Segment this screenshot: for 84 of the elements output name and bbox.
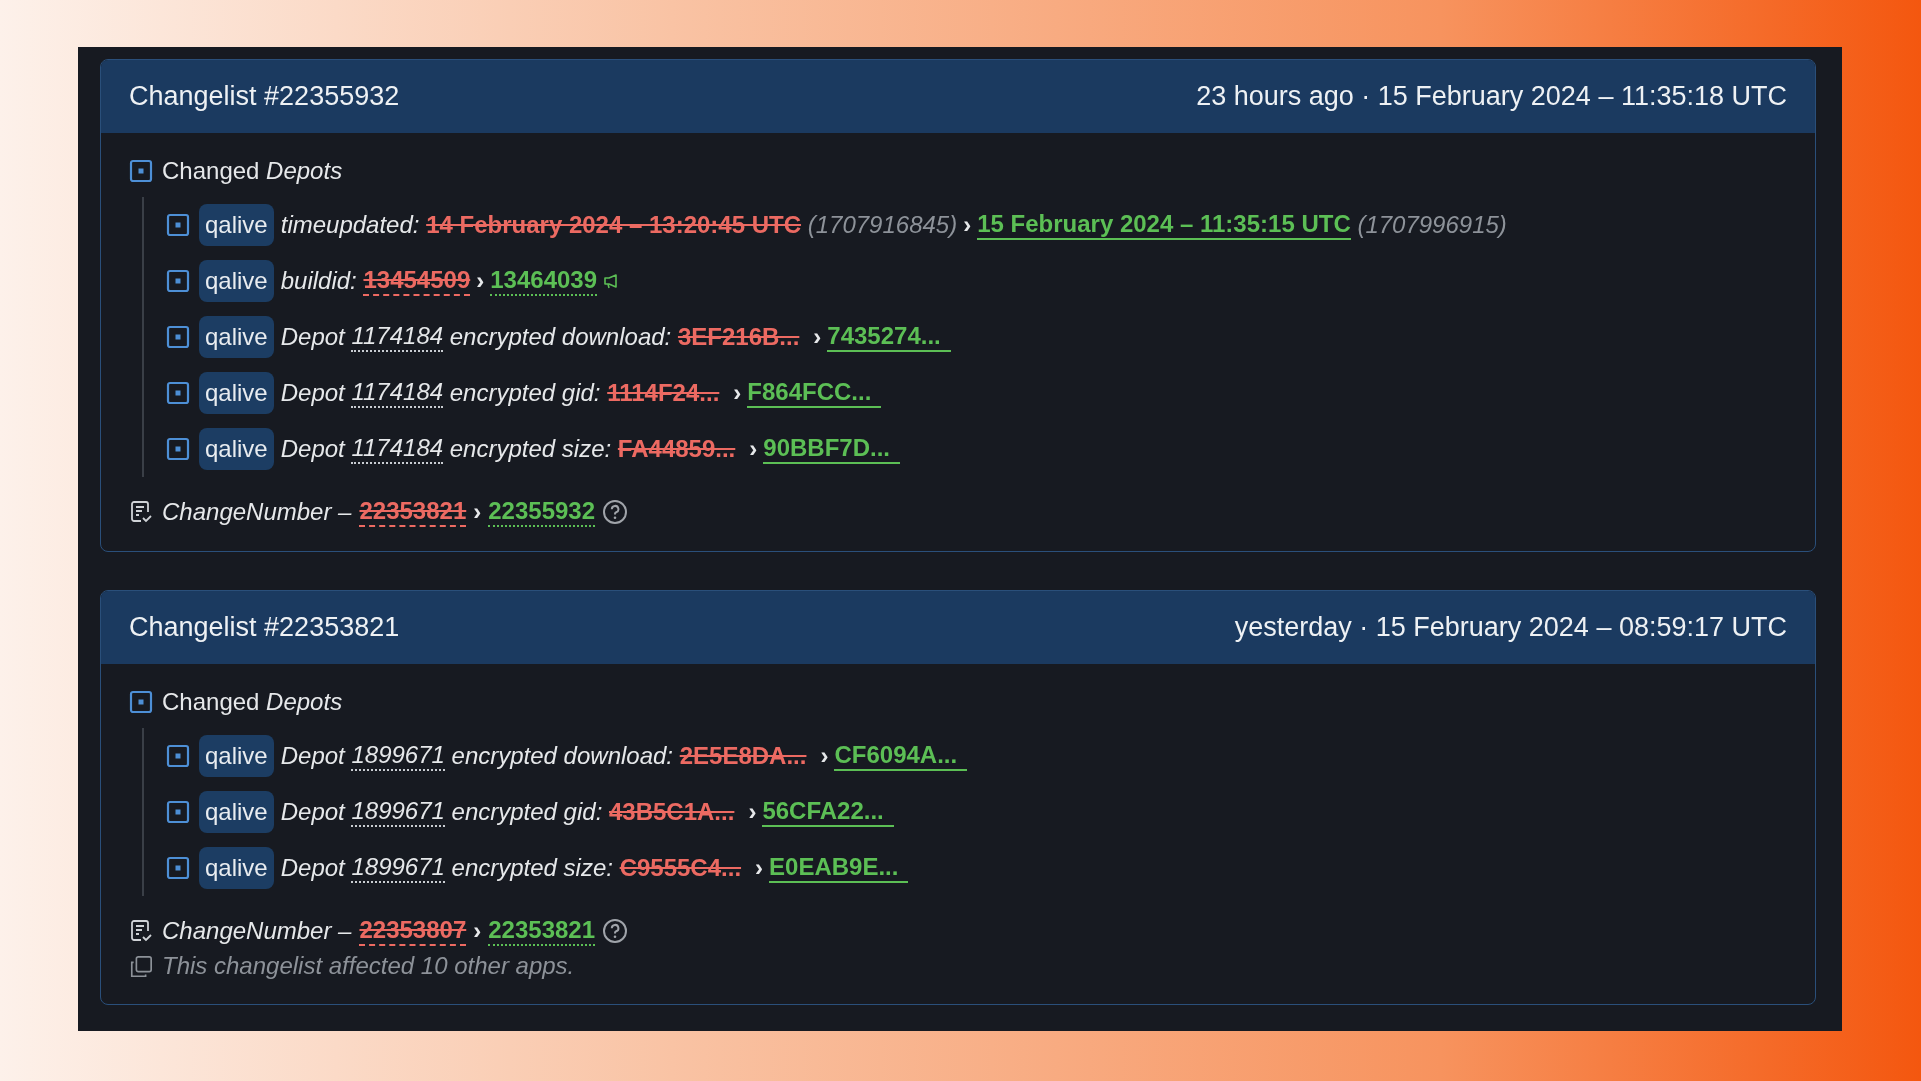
- field-label: encrypted gid:: [449, 379, 601, 407]
- new-value-link[interactable]: 22355932: [488, 497, 595, 527]
- expand-icon[interactable]: [166, 269, 190, 293]
- new-value-link[interactable]: 13464039: [490, 265, 597, 297]
- timestamp-text: (1707996915): [1357, 211, 1507, 239]
- branch-badge: qalive: [199, 204, 274, 246]
- section-title: Changed Depots: [162, 157, 343, 185]
- branch-badge: qalive: [199, 735, 274, 777]
- arrow-text: ›: [755, 854, 764, 882]
- branch-badge: qalive: [199, 316, 274, 358]
- change-number-label: ChangeNumber –: [162, 917, 352, 945]
- old-value: 2E5E8DA...: [679, 742, 807, 770]
- old-value: 22353807: [359, 916, 467, 946]
- old-value: C9555C4...: [619, 854, 742, 882]
- affected-apps-note: This changelist affected 10 other apps.: [162, 952, 575, 980]
- old-value: 43B5C1A...: [609, 798, 735, 826]
- depot-link[interactable]: 1174184: [351, 378, 444, 408]
- arrow-text: ›: [820, 742, 829, 770]
- branch-badge: qalive: [199, 847, 274, 889]
- arrow-text: ›: [473, 917, 482, 945]
- new-value-link[interactable]: 90BBF7D...: [763, 433, 900, 465]
- collapse-icon[interactable]: [129, 690, 153, 714]
- arrow-text: ›: [963, 211, 972, 239]
- change-number-label: ChangeNumber –: [162, 498, 352, 526]
- depot-link[interactable]: 1899671: [351, 797, 445, 827]
- expand-icon[interactable]: [166, 381, 190, 405]
- field-label: encrypted gid:: [451, 798, 603, 826]
- timestamp-text: (1707916845): [807, 211, 958, 239]
- old-value: 22353821: [359, 497, 467, 527]
- field-label: timeupdated:: [280, 211, 420, 239]
- expand-icon[interactable]: [166, 213, 190, 237]
- expand-icon[interactable]: [166, 800, 190, 824]
- changelist-title[interactable]: Changelist #22355932: [129, 81, 400, 112]
- depot-link[interactable]: 1174184: [351, 322, 444, 352]
- field-label: buildid:: [280, 267, 357, 295]
- branch-badge: qalive: [199, 791, 274, 833]
- help-icon[interactable]: [602, 918, 628, 944]
- field-label: encrypted size:: [451, 854, 613, 882]
- branch-badge: qalive: [199, 260, 274, 302]
- depot-label: Depot: [280, 798, 345, 826]
- arrow-text: ›: [749, 435, 758, 463]
- help-icon[interactable]: [602, 499, 628, 525]
- changelist-time: yesterday · 15 February 2024 – 08:59:17 UTC: [1234, 612, 1787, 643]
- arrow-text: ›: [813, 323, 822, 351]
- depot-link[interactable]: 1899671: [351, 853, 445, 883]
- expand-icon[interactable]: [166, 856, 190, 880]
- old-value: FA44859...: [617, 435, 736, 463]
- changelist-title[interactable]: Changelist #22353821: [129, 612, 400, 643]
- expand-icon[interactable]: [166, 437, 190, 461]
- arrow-text: ›: [748, 798, 757, 826]
- new-value-link[interactable]: CF6094A...: [834, 740, 968, 772]
- new-value-link[interactable]: E0EAB9E...: [769, 852, 909, 884]
- copy-icon: [129, 954, 153, 978]
- old-value: 3EF216B...: [677, 323, 800, 351]
- new-value-link[interactable]: 15 February 2024 – 11:35:15 UTC: [977, 209, 1351, 241]
- new-value-link[interactable]: 56CFA22...: [762, 796, 894, 828]
- arrow-text: ›: [476, 267, 485, 295]
- depot-label: Depot: [280, 854, 345, 882]
- expand-icon[interactable]: [166, 325, 190, 349]
- old-value: 13454509: [363, 266, 471, 296]
- branch-badge: qalive: [199, 372, 274, 414]
- collapse-icon[interactable]: [129, 159, 153, 183]
- depot-label: Depot: [280, 742, 345, 770]
- depot-link[interactable]: 1174184: [351, 434, 444, 464]
- expand-icon[interactable]: [166, 744, 190, 768]
- depot-label: Depot: [280, 435, 345, 463]
- new-value-link[interactable]: 22353821: [488, 916, 595, 946]
- changelist-time: 23 hours ago · 15 February 2024 – 11:35:18 UTC: [1196, 81, 1787, 112]
- new-value-link[interactable]: F864FCC...: [747, 377, 882, 409]
- field-label: encrypted download:: [451, 742, 674, 770]
- document-check-icon: [129, 919, 153, 943]
- branch-badge: qalive: [199, 428, 274, 470]
- field-label: encrypted download:: [449, 323, 672, 351]
- document-check-icon: [129, 500, 153, 524]
- depot-label: Depot: [280, 379, 345, 407]
- section-title: Changed Depots: [162, 688, 343, 716]
- depot-label: Depot: [280, 323, 345, 351]
- arrow-text: ›: [473, 498, 482, 526]
- old-value: 1114F24...: [607, 379, 720, 407]
- arrow-text: ›: [733, 379, 742, 407]
- old-value: 14 February 2024 – 13:20:45 UTC: [426, 211, 802, 239]
- depot-link[interactable]: 1899671: [351, 741, 445, 771]
- field-label: encrypted size:: [449, 435, 612, 463]
- new-value-link[interactable]: 7435274...: [827, 321, 951, 353]
